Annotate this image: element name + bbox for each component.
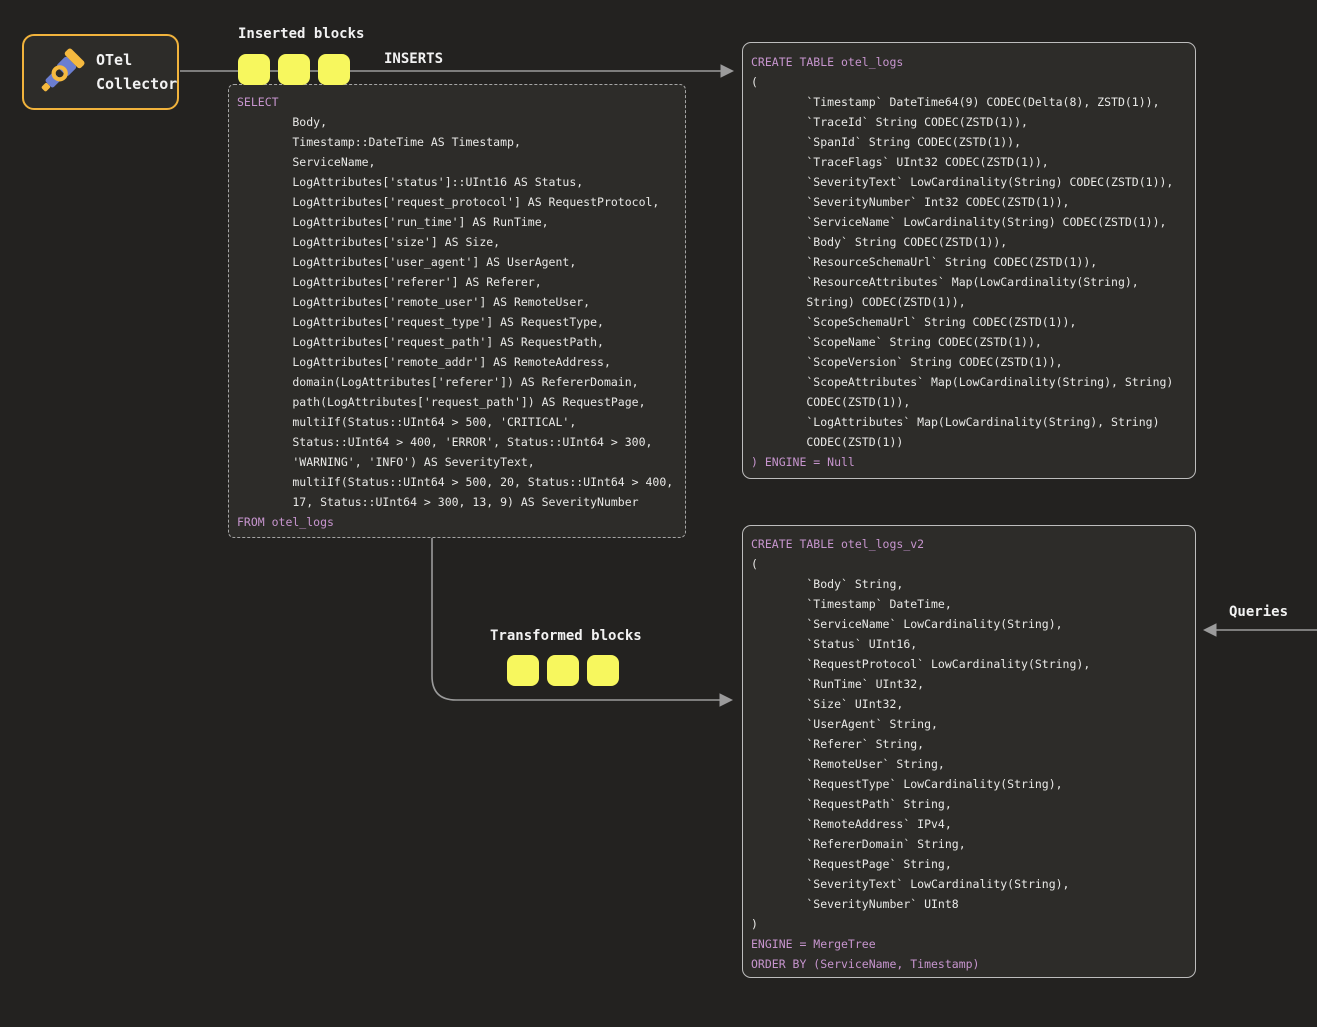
telescope-icon (35, 46, 87, 98)
transformed-block-3 (587, 655, 619, 686)
select-query-block: SELECT Body, Timestamp::DateTime AS Time… (228, 84, 686, 538)
transformed-blocks-label: Transformed blocks (490, 628, 642, 644)
create-table-otel-logs-block: CREATE TABLE otel_logs( `Timestamp` Date… (742, 42, 1196, 479)
inserted-block-3 (318, 54, 350, 85)
otel-collector-box: OTel Collector (22, 34, 179, 110)
inserted-block-2 (278, 54, 310, 85)
otel-collector-label: OTel Collector (96, 48, 177, 96)
inserted-blocks-label: Inserted blocks (238, 26, 364, 42)
otel-collector-label-line2: Collector (96, 72, 177, 96)
inserted-block-1 (238, 54, 270, 85)
inserts-label: INSERTS (384, 51, 443, 67)
transformed-block-2 (547, 655, 579, 686)
queries-label: Queries (1229, 604, 1288, 620)
create-table-otel-logs-v2-block: CREATE TABLE otel_logs_v2( `Body` String… (742, 525, 1196, 978)
transform-arrow (432, 538, 731, 700)
otel-collector-label-line1: OTel (96, 48, 177, 72)
transformed-block-1 (507, 655, 539, 686)
